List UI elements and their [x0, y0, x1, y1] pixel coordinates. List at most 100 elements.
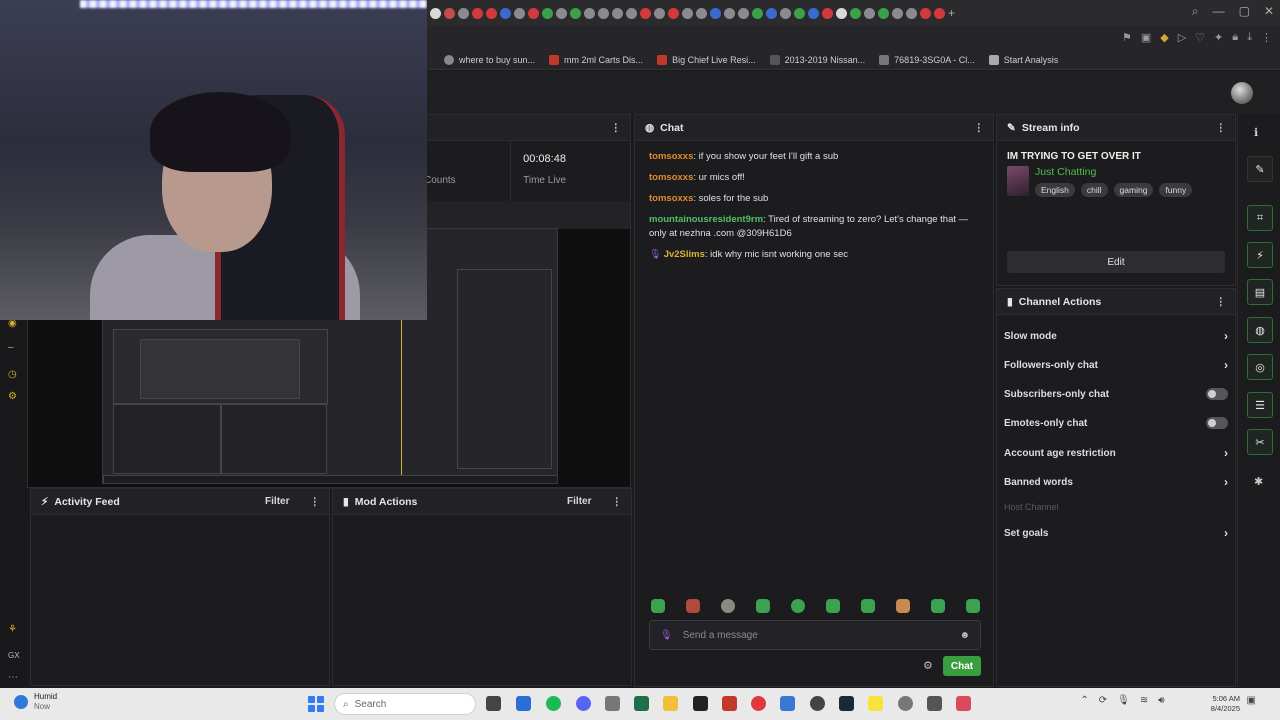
chat-settings-icon[interactable]: ⚙ [923, 659, 933, 672]
tab-favicon[interactable] [696, 7, 707, 19]
tab-favicon[interactable] [682, 7, 693, 19]
chat-icon[interactable]: ◍ [1247, 317, 1273, 343]
app-icon[interactable] [810, 696, 825, 711]
extension-icon[interactable]: ⚘ [8, 624, 19, 635]
send-chat-button[interactable]: Chat [943, 656, 981, 676]
download-icon[interactable]: ⤓ [1247, 31, 1252, 44]
discord-icon[interactable] [576, 696, 591, 711]
file-explorer-icon[interactable] [663, 696, 678, 711]
play-icon[interactable]: ▷ [1178, 31, 1186, 44]
kebab-menu-icon[interactable]: ⋮ [1216, 296, 1226, 308]
kebab-menu-icon[interactable]: ⋮ [974, 122, 984, 134]
document-icon[interactable]: ▤ [1247, 279, 1273, 305]
taskbar-search[interactable]: ⌕ Search [334, 693, 476, 715]
tab-favicon[interactable] [906, 7, 917, 19]
mouse-icon[interactable] [605, 696, 620, 711]
broadcast-icon[interactable]: ◎ [1247, 354, 1273, 380]
emote-icon[interactable] [651, 599, 665, 613]
followers-only-row[interactable]: Followers-only chat › [1004, 358, 1228, 372]
widgets-icon[interactable] [516, 696, 531, 711]
emote-icon[interactable] [861, 599, 875, 613]
tab-favicon[interactable] [556, 7, 567, 19]
steam-icon[interactable] [839, 696, 854, 711]
tab-favicon[interactable] [458, 7, 469, 19]
emotes-only-toggle[interactable] [1206, 417, 1228, 429]
bookmark-item[interactable]: 76819-3SG0A - Cl... [879, 54, 975, 65]
spotify-icon[interactable] [546, 696, 561, 711]
tab-favicon[interactable] [500, 7, 511, 19]
tab-favicon[interactable] [780, 7, 791, 19]
tab-favicon[interactable] [486, 7, 497, 19]
category-name[interactable]: Just Chatting [1035, 166, 1192, 178]
tab-favicon[interactable] [668, 7, 679, 19]
tab-favicon[interactable] [528, 7, 539, 19]
emote-icon[interactable] [721, 599, 735, 613]
menu-icon[interactable]: ⋮ [1261, 31, 1272, 44]
taskbar-clock[interactable]: 5:06 AM 8/4/2025 [1211, 694, 1240, 714]
tab-favicon[interactable] [766, 7, 777, 19]
kebab-menu-icon[interactable]: ⋮ [611, 122, 621, 134]
banned-words-row[interactable]: Banned words › [1004, 475, 1228, 489]
chat-username[interactable]: tomsoxxs [649, 151, 693, 162]
shield-icon[interactable]: ◆ [1160, 31, 1168, 44]
extensions-icon[interactable]: ✦ [1214, 31, 1223, 44]
search-tabs-icon[interactable]: ⌕ [1192, 4, 1199, 19]
tab-favicon[interactable] [850, 7, 861, 19]
terminal-icon[interactable] [693, 696, 708, 711]
emote-icon[interactable] [896, 599, 910, 613]
minimize-icon[interactable]: — [1213, 4, 1225, 19]
app-icon[interactable] [634, 696, 649, 711]
slow-mode-row[interactable]: Slow mode › [1004, 329, 1228, 343]
bookmark-item[interactable]: Start Analysis [988, 54, 1058, 65]
clip-icon[interactable]: ⌗ [1247, 205, 1273, 231]
chat-username[interactable]: tomsoxxs [649, 193, 693, 204]
tab-favicon[interactable] [444, 7, 455, 19]
chevron-up-icon[interactable]: ⌃ [1080, 695, 1088, 706]
chat-username[interactable]: Jv2Slims [664, 249, 705, 260]
tab-favicon[interactable] [640, 7, 651, 19]
favorites-icon[interactable]: ♡ [1195, 31, 1205, 44]
tab-favicon[interactable] [612, 7, 623, 19]
app-icon[interactable] [780, 696, 795, 711]
kebab-menu-icon[interactable]: ⋮ [1216, 122, 1226, 134]
wrench-icon[interactable]: ✂ [1247, 429, 1273, 455]
mic-icon[interactable]: 🎙︎ [1117, 695, 1130, 706]
emote-icon[interactable] [686, 599, 700, 613]
tab-favicon[interactable] [598, 7, 609, 19]
emote-icon[interactable] [966, 599, 980, 613]
tab-favicon[interactable] [738, 7, 749, 19]
tab-favicon[interactable] [892, 7, 903, 19]
bookmark-item[interactable]: Big Chief Live Resi... [657, 54, 756, 65]
more-icon[interactable]: ⋯ [8, 672, 19, 683]
chat-message-input[interactable]: 🎙︎ Send a message ☻ [649, 620, 981, 650]
tab-favicon[interactable] [654, 7, 665, 19]
extension-icon[interactable]: ▣ [1141, 31, 1151, 44]
avatar[interactable] [1231, 82, 1253, 104]
weather-widget[interactable]: Humid Now [14, 692, 57, 712]
snapchat-icon[interactable] [868, 696, 883, 711]
lock-app-icon[interactable] [722, 696, 737, 711]
emote-icon[interactable] [791, 599, 805, 613]
emote-icon[interactable] [931, 599, 945, 613]
kebab-menu-icon[interactable]: ⋮ [612, 496, 622, 508]
bookmark-icon[interactable]: ⚑ [1122, 31, 1132, 44]
edit-icon[interactable]: ✎ [1247, 156, 1273, 182]
edit-stream-info-button[interactable]: Edit [1007, 251, 1225, 273]
start-button[interactable] [308, 696, 324, 712]
tab-favicon[interactable] [542, 7, 553, 19]
bolt-icon[interactable]: ⚡︎ [1247, 242, 1273, 268]
tab-favicon[interactable] [878, 7, 889, 19]
tab-favicon[interactable] [472, 7, 483, 19]
tab-favicon[interactable] [570, 7, 581, 19]
opera-gx-icon[interactable] [956, 696, 971, 711]
gear-icon[interactable]: ⚙ [8, 391, 19, 402]
more-actions-icon[interactable]: ✱ [1254, 475, 1263, 488]
account-age-row[interactable]: Account age restriction › [1004, 446, 1228, 460]
tag[interactable]: chill [1080, 183, 1108, 197]
mic-icon[interactable]: 🎙︎ [660, 630, 673, 641]
filter-button[interactable]: Filter [567, 496, 591, 507]
tab-favicon[interactable] [836, 7, 847, 19]
tag[interactable]: funny [1159, 183, 1193, 197]
tab-favicon[interactable] [794, 7, 805, 19]
set-goals-row[interactable]: Set goals › [1004, 526, 1228, 540]
